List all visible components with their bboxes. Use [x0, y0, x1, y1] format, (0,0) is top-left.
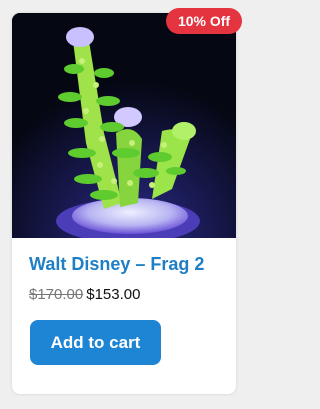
- coral-frag-image: [12, 13, 236, 238]
- product-image[interactable]: [12, 13, 236, 238]
- original-price: $170.00: [29, 286, 84, 303]
- sale-price: $153.00: [86, 286, 141, 303]
- product-title[interactable]: Walt Disney – Frag 2: [29, 254, 204, 275]
- product-card: Walt Disney – Frag 2 $170.00 $153.00 Add …: [12, 13, 236, 394]
- price-row: $170.00 $153.00: [29, 286, 140, 303]
- add-to-cart-button[interactable]: Add to cart: [30, 320, 161, 365]
- discount-badge: 10% Off: [166, 8, 242, 34]
